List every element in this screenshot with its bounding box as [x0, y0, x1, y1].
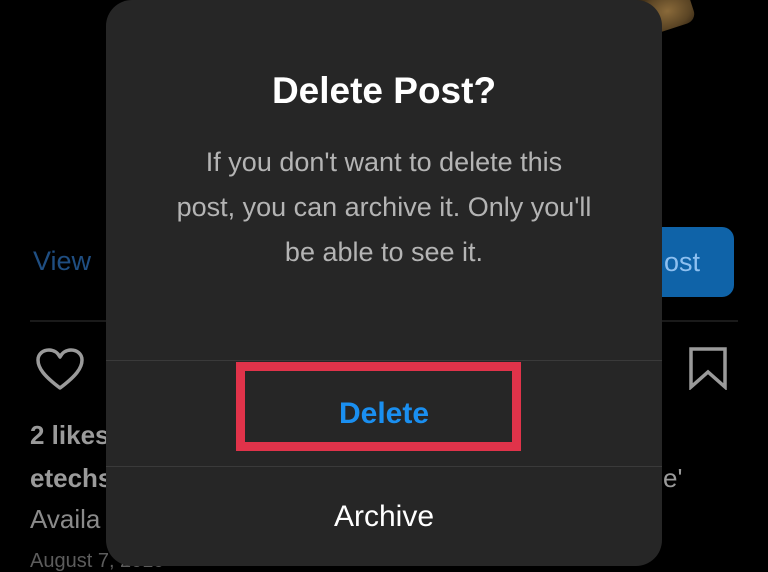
bookmark-icon[interactable]: [688, 346, 728, 390]
archive-button-label: Archive: [333, 499, 435, 533]
caption-username[interactable]: etechs: [30, 463, 112, 494]
view-comments-link[interactable]: View: [33, 246, 91, 277]
archive-button[interactable]: Archive: [106, 467, 662, 566]
dialog-message: If you don't want to delete this post, y…: [176, 147, 592, 267]
heart-icon[interactable]: [34, 346, 86, 392]
delete-button[interactable]: Delete: [106, 361, 662, 466]
caption-text-tail: e': [663, 463, 683, 493]
dialog-title: Delete Post?: [271, 70, 497, 111]
screen: View ost 2 likes etechs e' Availa August…: [0, 0, 768, 572]
post-button-label: ost: [663, 246, 700, 277]
delete-button-label: Delete: [338, 396, 430, 430]
delete-post-dialog: Delete Post? If you don't want to delete…: [106, 0, 662, 566]
likes-count[interactable]: 2 likes: [30, 420, 110, 451]
caption-text: Availa: [30, 504, 101, 534]
